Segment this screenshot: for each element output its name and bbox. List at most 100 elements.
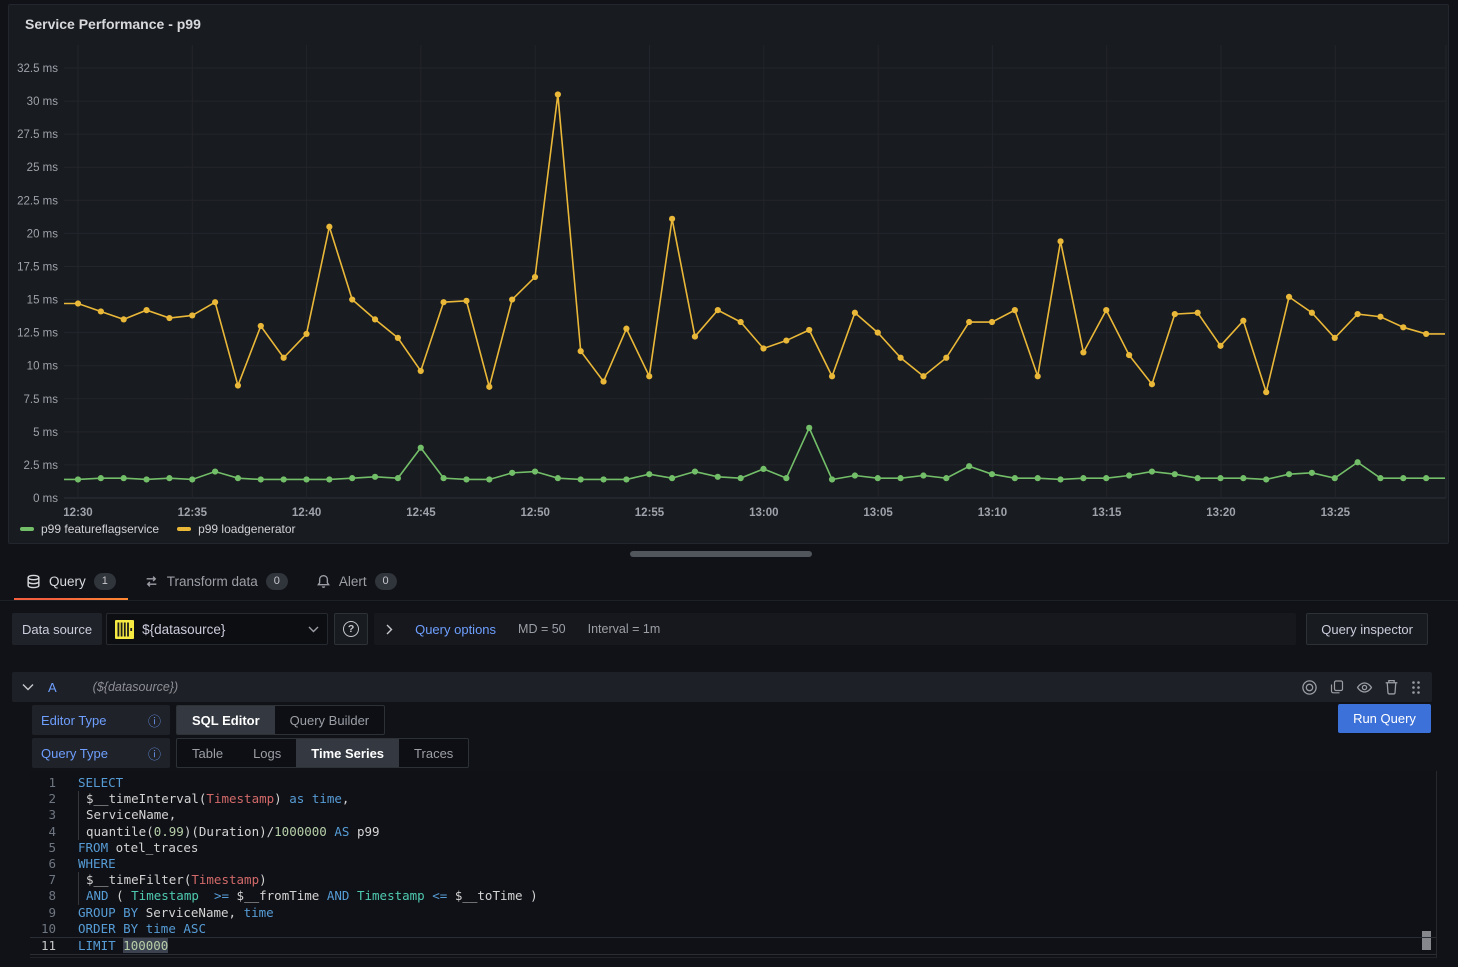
tab-transform-data[interactable]: Transform data 0 <box>130 561 302 601</box>
code-text: ORDER BY time ASC <box>78 921 206 937</box>
code-text: FROM otel_traces <box>78 840 198 856</box>
legend-item-p99-featureflagservice[interactable]: p99 featureflagservice <box>20 522 159 536</box>
max-data-points-value: MD = 50 <box>518 622 566 636</box>
svg-text:13:05: 13:05 <box>863 507 893 519</box>
code-line-1[interactable]: 1SELECT <box>30 775 1436 791</box>
code-line-4[interactable]: 4 quantile(0.99)(Duration)/1000000 AS p99 <box>30 824 1436 840</box>
svg-text:30 ms: 30 ms <box>27 96 59 108</box>
svg-text:12:45: 12:45 <box>406 507 436 519</box>
legend-label: p99 loadgenerator <box>198 522 295 536</box>
sql-code-editor[interactable]: 1SELECT2$__timeInterval(Timestamp) as ti… <box>30 771 1437 958</box>
code-text: GROUP BY ServiceName, time <box>78 905 274 921</box>
svg-text:17.5 ms: 17.5 ms <box>17 261 58 273</box>
query-type-row: Query Type ⓘ TableLogsTime SeriesTraces <box>32 738 469 768</box>
editor-type-group: SQL EditorQuery Builder <box>176 705 385 735</box>
code-line-2[interactable]: 2$__timeInterval(Timestamp) as time, <box>30 791 1436 807</box>
code-line-10[interactable]: 10 ORDER BY time ASC <box>30 921 1436 937</box>
question-circle-icon: ? <box>343 621 359 637</box>
code-line-9[interactable]: 9 GROUP BY ServiceName, time <box>30 905 1436 921</box>
line-number: 10 <box>30 921 56 937</box>
option-sql-editor[interactable]: SQL Editor <box>177 706 275 734</box>
tab-alert[interactable]: Alert 0 <box>302 561 411 601</box>
query-options-link[interactable]: Query options <box>415 622 496 637</box>
tab-alert-count: 0 <box>375 573 397 590</box>
info-circle-icon[interactable]: ⓘ <box>148 711 161 730</box>
option-query-builder[interactable]: Query Builder <box>275 706 384 734</box>
bell-icon <box>316 574 331 589</box>
svg-text:0 ms: 0 ms <box>33 493 58 505</box>
chevron-down-icon <box>308 626 319 633</box>
svg-text:32.5 ms: 32.5 ms <box>17 63 58 75</box>
svg-text:20 ms: 20 ms <box>27 228 59 240</box>
query-options-bar: Query options MD = 50 Interval = 1m <box>374 613 1296 645</box>
code-text: SELECT <box>78 775 123 791</box>
disable-query-icon[interactable] <box>1301 679 1318 696</box>
editor-type-row: Editor Type ⓘ SQL EditorQuery Builder <box>32 705 385 735</box>
code-line-11[interactable]: 11 LIMIT 100000 <box>30 937 1436 955</box>
divider <box>0 600 1458 601</box>
chevron-down-icon[interactable] <box>22 683 34 691</box>
hide-response-icon[interactable] <box>1356 679 1373 696</box>
code-text: ServiceName, <box>78 807 176 823</box>
svg-text:7.5 ms: 7.5 ms <box>23 394 58 406</box>
line-number: 8 <box>30 888 56 904</box>
line-number: 5 <box>30 840 56 856</box>
legend-dash <box>20 527 34 531</box>
option-table[interactable]: Table <box>177 739 238 767</box>
svg-text:12:40: 12:40 <box>292 507 321 519</box>
svg-text:12:50: 12:50 <box>520 507 549 519</box>
query-datasource-hint: (${datasource}) <box>93 680 178 694</box>
timeseries-chart[interactable]: 0 ms2.5 ms5 ms7.5 ms10 ms12.5 ms15 ms17.… <box>0 0 1458 545</box>
svg-text:12:30: 12:30 <box>63 507 92 519</box>
svg-text:12:35: 12:35 <box>178 507 208 519</box>
code-line-6[interactable]: 6 WHERE <box>30 856 1436 872</box>
line-number: 6 <box>30 856 56 872</box>
datasource-help-button[interactable]: ? <box>334 613 368 645</box>
tab-label: Alert <box>339 574 367 589</box>
transform-icon <box>144 574 159 589</box>
chevron-right-icon[interactable] <box>386 624 393 635</box>
tab-label: Query <box>49 574 86 589</box>
info-circle-icon[interactable]: ⓘ <box>148 744 161 763</box>
svg-text:27.5 ms: 27.5 ms <box>17 129 58 141</box>
query-row-header[interactable]: A (${datasource}) <box>12 672 1432 702</box>
svg-text:25 ms: 25 ms <box>27 162 59 174</box>
line-number: 9 <box>30 905 56 921</box>
code-text: $__timeFilter(Timestamp) <box>78 872 267 888</box>
tab-transform-count: 0 <box>266 573 288 590</box>
tab-query-count: 1 <box>94 573 116 590</box>
drag-handle-icon[interactable] <box>1410 680 1422 695</box>
trash-icon[interactable] <box>1384 679 1399 695</box>
chart-legend: p99 featureflagservice p99 loadgenerator <box>20 522 296 536</box>
code-text: $__timeInterval(Timestamp) as time, <box>78 791 349 807</box>
datasource-label: Data source <box>12 613 102 645</box>
tab-query[interactable]: Query 1 <box>12 561 130 601</box>
run-query-button[interactable]: Run Query <box>1338 704 1431 733</box>
datasource-value: ${datasource} <box>142 622 300 637</box>
editor-type-label-chip: Editor Type ⓘ <box>32 705 170 735</box>
query-ref-id[interactable]: A <box>48 680 57 695</box>
option-time-series[interactable]: Time Series <box>296 739 399 767</box>
legend-item-p99-loadgenerator[interactable]: p99 loadgenerator <box>177 522 295 536</box>
code-line-8[interactable]: 8AND ( Timestamp >= $__fromTime AND Time… <box>30 888 1436 904</box>
line-number: 4 <box>30 824 56 840</box>
dashboard-scrollbar[interactable] <box>630 551 812 557</box>
datasource-picker[interactable]: ${datasource} <box>106 613 328 645</box>
option-traces[interactable]: Traces <box>399 739 468 767</box>
code-text: LIMIT 100000 <box>78 938 168 954</box>
database-icon <box>26 574 41 589</box>
option-logs[interactable]: Logs <box>238 739 296 767</box>
line-number: 3 <box>30 807 56 823</box>
query-inspector-button[interactable]: Query inspector <box>1306 613 1428 645</box>
code-text: WHERE <box>78 856 116 872</box>
code-line-3[interactable]: 3 ServiceName, <box>30 807 1436 823</box>
tab-label: Transform data <box>167 574 258 589</box>
code-line-5[interactable]: 5 FROM otel_traces <box>30 840 1436 856</box>
code-text: quantile(0.99)(Duration)/1000000 AS p99 <box>78 824 380 840</box>
svg-text:12:55: 12:55 <box>635 507 665 519</box>
duplicate-query-icon[interactable] <box>1329 679 1345 695</box>
panel-editor-tabs: Query 1 Transform data 0 Alert 0 <box>0 561 1458 601</box>
code-line-7[interactable]: 7$__timeFilter(Timestamp) <box>30 872 1436 888</box>
svg-text:12.5 ms: 12.5 ms <box>17 328 58 340</box>
line-number: 11 <box>30 938 56 954</box>
